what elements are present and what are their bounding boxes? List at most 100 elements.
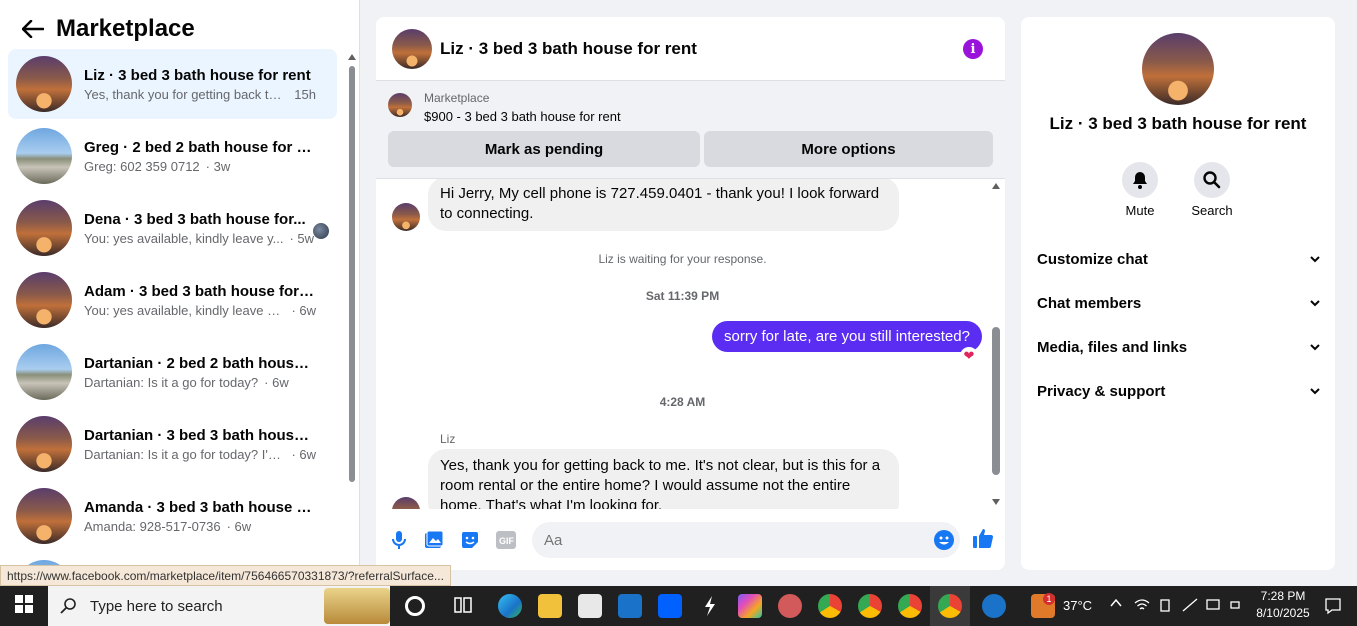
chat-scrollbar[interactable]	[989, 179, 1003, 509]
timestamp: Sat 11:39 PM	[645, 289, 720, 303]
info-title: Liz · 3 bed 3 bath house for rent	[1049, 114, 1307, 133]
chat-avatar[interactable]	[392, 28, 432, 69]
heart-reaction-icon[interactable]: ❤	[960, 347, 978, 365]
mail-icon[interactable]	[618, 594, 642, 618]
taskbar-search-box[interactable]: Type here to search	[48, 586, 390, 626]
scroll-up-arrow-icon[interactable]	[992, 183, 1000, 189]
more-options-button[interactable]: More options	[704, 131, 993, 167]
sidebar-scrollbar[interactable]	[346, 52, 358, 484]
media-files-links-section[interactable]: Media, files and links	[1037, 332, 1321, 362]
conversation-item[interactable]: Adam · 3 bed 3 bath house for r... You: …	[8, 265, 337, 335]
scroll-down-arrow-icon[interactable]	[992, 499, 1000, 505]
taskbar-search-placeholder: Type here to search	[90, 597, 223, 615]
scrollbar-thumb[interactable]	[349, 66, 355, 482]
info-icon[interactable]: i	[963, 39, 983, 59]
avatar	[16, 416, 72, 472]
conversation-name: Greg · 2 bed 2 bath house for rent	[84, 138, 316, 156]
conversation-item[interactable]: Greg · 2 bed 2 bath house for rent Greg:…	[8, 121, 337, 191]
message-composer: GIF	[376, 517, 1005, 570]
back-arrow-icon[interactable]	[20, 16, 46, 42]
chevron-down-icon	[1310, 300, 1320, 307]
incoming-message: Hi Jerry, My cell phone is 727.459.0401 …	[428, 179, 899, 231]
chrome-profile-icon[interactable]	[858, 594, 882, 618]
monitor-icon[interactable]	[1206, 598, 1220, 615]
conversation-item[interactable]: Amanda · 3 bed 3 bath house fo... Amanda…	[8, 481, 337, 551]
search-icon	[60, 598, 76, 614]
conversation-item[interactable]: Dartanian · 2 bed 2 bath house f... Dart…	[8, 337, 337, 407]
microsoft-store-icon[interactable]	[578, 594, 602, 618]
edge-browser-icon[interactable]	[498, 594, 522, 618]
cortana-icon[interactable]	[405, 596, 425, 616]
listing-thumbnail[interactable]	[388, 93, 412, 117]
app-icon[interactable]	[778, 594, 802, 618]
scrollbar-thumb[interactable]	[992, 327, 1000, 475]
conversation-name: Dartanian · 2 bed 2 bath house f...	[84, 354, 316, 372]
chevron-down-icon	[1310, 388, 1320, 395]
mark-as-pending-button[interactable]: Mark as pending	[388, 131, 700, 167]
windows-taskbar: Type here to search 1 37°C 7:28 PM 8/10/…	[0, 586, 1357, 626]
avatar	[16, 488, 72, 544]
chevron-down-icon	[1310, 256, 1320, 263]
chevron-down-icon	[1310, 344, 1320, 351]
message-input[interactable]	[532, 522, 912, 558]
waiting-notice: Liz is waiting for your response.	[598, 252, 767, 266]
conversation-name: Adam · 3 bed 3 bath house for r...	[84, 282, 316, 300]
conversation-item[interactable]: Liz · 3 bed 3 bath house for rent Yes, t…	[8, 49, 337, 119]
profile-avatar[interactable]	[1142, 33, 1214, 105]
conversation-preview: Dartanian: Is it a go for today? I'd li.…	[84, 446, 286, 462]
chevron-up-icon[interactable]	[1110, 596, 1122, 611]
bolt-app-icon[interactable]	[698, 594, 722, 618]
customize-chat-section[interactable]: Customize chat	[1037, 244, 1321, 274]
marketplace-label: Marketplace	[424, 91, 490, 105]
windows-start-icon[interactable]	[14, 594, 38, 618]
listing-title[interactable]: $900 - 3 bed 3 bath house for rent	[424, 109, 621, 124]
scroll-up-arrow-icon[interactable]	[348, 54, 356, 60]
temperature[interactable]: 37°C	[1063, 598, 1092, 613]
conversation-preview: Amanda: 928-517-0736	[84, 518, 221, 534]
conversation-item[interactable]: Dartanian · 3 bed 3 bath house f... Dart…	[8, 409, 337, 479]
chrome-profile-icon[interactable]	[898, 594, 922, 618]
search-icon[interactable]	[1194, 162, 1230, 198]
conversation-item[interactable]: Dena · 3 bed 3 bath house for... You: ye…	[8, 193, 337, 263]
wifi-icon[interactable]	[1134, 598, 1150, 615]
battery-icon[interactable]	[1158, 598, 1172, 615]
gif-icon[interactable]: GIF	[495, 529, 517, 551]
thumbs-up-icon[interactable]	[972, 527, 994, 549]
task-view-icon[interactable]	[452, 594, 476, 618]
help-icon[interactable]	[982, 594, 1006, 618]
conversation-sidebar: Marketplace Liz · 3 bed 3 bath house for…	[0, 0, 360, 586]
volume-icon[interactable]	[1230, 598, 1244, 615]
taskbar-time[interactable]: 7:28 PM	[1255, 589, 1311, 603]
chat-title[interactable]: Liz · 3 bed 3 bath house for rent	[440, 39, 697, 59]
chat-header: Liz · 3 bed 3 bath house for rent i	[376, 17, 1005, 81]
conversation-time: · 5w	[289, 230, 315, 246]
privacy-support-section[interactable]: Privacy & support	[1037, 376, 1321, 406]
conversation-time: 15h	[294, 86, 316, 102]
chrome-profile-icon[interactable]	[818, 594, 842, 618]
conversation-name: Liz · 3 bed 3 bath house for rent	[84, 66, 311, 84]
bell-icon[interactable]	[1122, 162, 1158, 198]
taskbar-date[interactable]: 8/10/2025	[1255, 606, 1311, 620]
conversation-name: Dartanian · 3 bed 3 bath house f...	[84, 426, 316, 444]
sticker-icon[interactable]	[459, 529, 481, 551]
microsoft-365-icon[interactable]	[738, 594, 762, 618]
network-icon[interactable]	[1182, 598, 1198, 615]
avatar	[16, 128, 72, 184]
timestamp: 4:28 AM	[659, 395, 706, 409]
emoji-icon[interactable]	[934, 530, 954, 550]
notifications-icon[interactable]	[1324, 597, 1342, 618]
conversation-time: · 3w	[205, 158, 231, 174]
dropbox-icon[interactable]	[658, 594, 682, 618]
photo-icon[interactable]	[423, 529, 445, 551]
chat-members-section[interactable]: Chat members	[1037, 288, 1321, 318]
conversation-preview: You: yes available, kindly leave you...	[84, 302, 286, 318]
conversation-preview: You: yes available, kindly leave y...	[84, 230, 284, 246]
chrome-profile-icon[interactable]	[938, 594, 962, 618]
message-list: Hi Jerry, My cell phone is 727.459.0401 …	[376, 179, 1005, 509]
conversation-time: · 6w	[264, 374, 289, 390]
microphone-icon[interactable]	[388, 529, 410, 551]
conversation-preview: Dartanian: Is it a go for today?	[84, 374, 259, 390]
lion-widget-icon	[324, 588, 390, 624]
marketplace-listing-bar: Marketplace $900 - 3 bed 3 bath house fo…	[376, 81, 1005, 179]
file-explorer-icon[interactable]	[538, 594, 562, 618]
